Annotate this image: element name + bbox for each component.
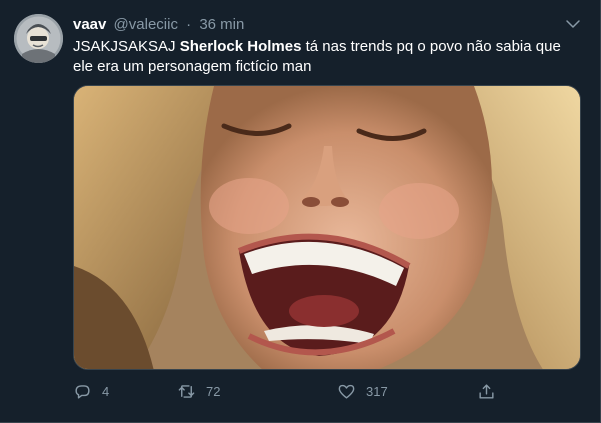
reply-icon — [75, 384, 90, 399]
tweet-header: vaav @valeciic · 36 min — [73, 15, 244, 35]
tweet-text: JSAKJSAKSAJ Sherlock Holmes tá nas trend… — [73, 37, 583, 77]
author-display-name[interactable]: vaav — [73, 16, 106, 33]
more-options-button[interactable] — [564, 15, 582, 33]
avatar-image — [14, 14, 63, 63]
trend-mention: Sherlock Holmes — [179, 38, 302, 55]
author-handle[interactable]: @valeciic — [114, 16, 178, 33]
timestamp[interactable]: 36 min — [199, 16, 244, 33]
like-button[interactable]: 317 — [337, 379, 388, 403]
chevron-down-icon — [566, 20, 580, 28]
share-icon — [479, 383, 494, 399]
retweet-count: 72 — [206, 383, 221, 399]
tweet[interactable]: vaav @valeciic · 36 min JSAKJSAKSAJ Sher… — [0, 0, 601, 423]
separator-dot: · — [186, 16, 192, 33]
retweet-button[interactable]: 72 — [177, 379, 220, 403]
share-button[interactable] — [477, 379, 496, 403]
avatar[interactable] — [14, 14, 63, 63]
tweet-photo[interactable] — [73, 85, 581, 370]
reply-button[interactable]: 4 — [73, 379, 109, 403]
tweet-actions: 4 72 317 — [73, 379, 581, 403]
retweet-icon — [178, 384, 195, 398]
reply-count: 4 — [102, 383, 110, 399]
laughing-woman-photo — [74, 86, 580, 369]
like-count: 317 — [366, 383, 388, 399]
heart-icon — [338, 384, 355, 399]
tweet-text-prefix: JSAKJSAKSAJ — [73, 38, 180, 55]
